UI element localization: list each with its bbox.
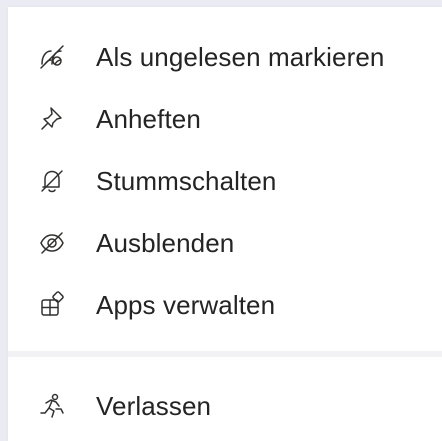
menu-item-mark-unread[interactable]: Als ungelesen markieren: [8, 26, 442, 88]
menu-item-label: Ausblenden: [96, 227, 235, 258]
menu-divider: [8, 351, 442, 357]
menu-item-label: Verlassen: [96, 390, 212, 421]
leave-person-icon: [35, 389, 69, 423]
menu-item-leave[interactable]: Verlassen: [8, 375, 442, 437]
mark-unread-icon: [35, 40, 69, 74]
menu-item-manage-apps[interactable]: Apps verwalten: [8, 274, 442, 336]
hide-eye-icon: [35, 226, 69, 260]
menu-item-label: Als ungelesen markieren: [96, 41, 385, 72]
menu-item-mute[interactable]: Stummschalten: [8, 150, 442, 212]
pin-icon: [35, 102, 69, 136]
menu-item-label: Anheften: [96, 103, 201, 134]
mute-bell-icon: [35, 164, 69, 198]
manage-apps-icon: [35, 288, 69, 322]
context-menu: Als ungelesen markieren Anheften Stummsc…: [8, 7, 442, 441]
menu-item-label: Apps verwalten: [96, 289, 276, 320]
menu-item-pin[interactable]: Anheften: [8, 88, 442, 150]
menu-item-label: Stummschalten: [96, 165, 277, 196]
menu-item-hide[interactable]: Ausblenden: [8, 212, 442, 274]
